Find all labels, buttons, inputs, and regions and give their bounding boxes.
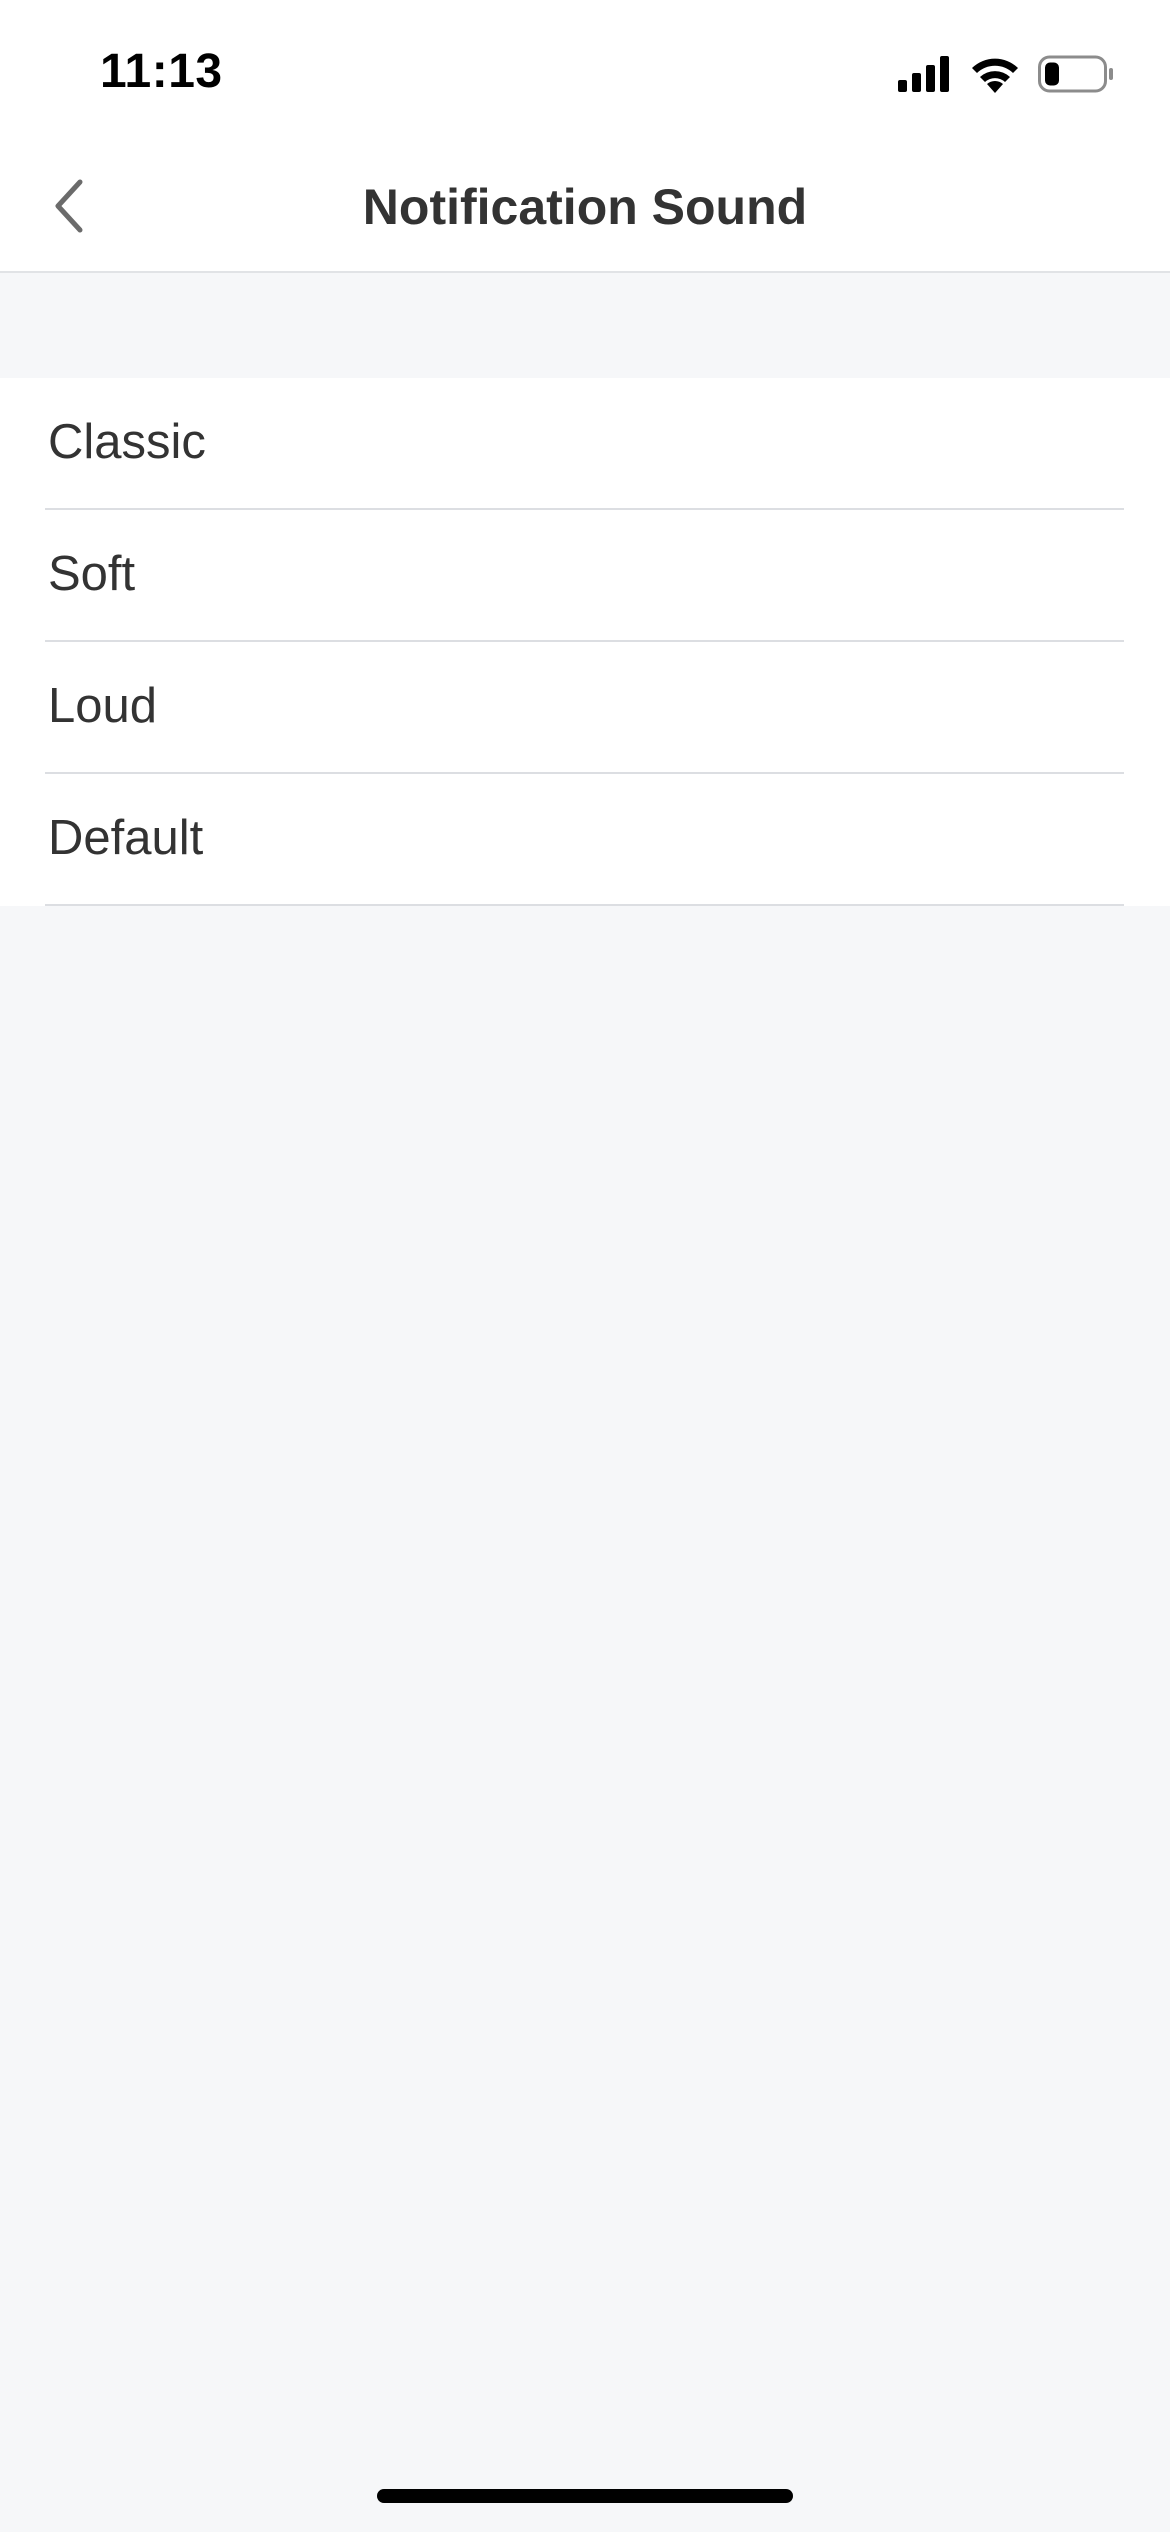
battery-icon [1038,55,1114,93]
status-bar: 11:13 [0,0,1170,140]
option-label: Loud [48,679,158,733]
sound-option-classic[interactable]: Classic [0,378,1170,510]
page-title: Notification Sound [362,179,808,235]
sound-options-list: Classic Soft Loud Default [0,378,1170,906]
option-label: Default [48,811,204,865]
sound-option-soft[interactable]: Soft [0,510,1170,642]
home-indicator[interactable] [377,2489,793,2503]
cellular-signal-icon [898,56,952,92]
option-label: Soft [48,547,136,601]
divider [45,904,1124,906]
sound-option-default[interactable]: Default [0,774,1170,906]
status-time: 11:13 [100,45,223,98]
nav-bar: Notification Sound [0,140,1170,273]
option-label: Classic [48,415,206,469]
status-icons [898,52,1114,96]
sound-option-loud[interactable]: Loud [0,642,1170,774]
wifi-icon [970,55,1020,93]
